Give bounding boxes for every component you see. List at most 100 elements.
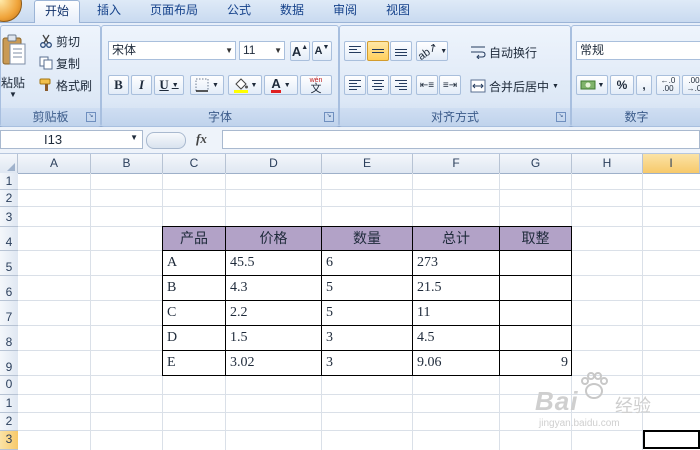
decrease-indent-button[interactable]: ⇤≡ bbox=[416, 75, 438, 95]
table-cell[interactable]: 9.06 bbox=[413, 351, 500, 376]
wrap-text-button[interactable]: 自动换行 bbox=[470, 42, 537, 62]
column-header-a[interactable]: A bbox=[18, 154, 91, 173]
table-cell[interactable]: 5 bbox=[322, 301, 413, 326]
row-header-4[interactable]: 4 bbox=[0, 227, 18, 251]
row-header-9[interactable]: 9 bbox=[0, 351, 18, 376]
row-header-11[interactable]: 1 bbox=[0, 395, 18, 413]
column-header-i[interactable]: I bbox=[643, 154, 700, 173]
increase-decimal-button[interactable]: ←.0 .00 bbox=[656, 75, 680, 95]
table-cell[interactable] bbox=[500, 301, 572, 326]
dialog-launcher-icon[interactable]: ↘ bbox=[324, 112, 334, 122]
insert-function-button[interactable]: fx bbox=[196, 131, 207, 147]
fill-color-button[interactable]: ▼ bbox=[228, 75, 262, 95]
table-cell[interactable] bbox=[500, 251, 572, 276]
paste-button[interactable]: 粘贴 ▼ bbox=[1, 32, 27, 99]
font-size-combo[interactable]: 11 ▼ bbox=[239, 41, 285, 60]
align-bottom-button[interactable] bbox=[390, 41, 412, 61]
table-cell[interactable] bbox=[500, 276, 572, 301]
row-header-12[interactable]: 2 bbox=[0, 413, 18, 431]
formula-input[interactable] bbox=[222, 130, 700, 149]
tab-insert[interactable]: 插入 bbox=[88, 0, 130, 22]
table-cell[interactable]: E bbox=[163, 351, 226, 376]
table-cell[interactable]: 11 bbox=[413, 301, 500, 326]
table-cell[interactable]: 4.3 bbox=[226, 276, 322, 301]
table-cell[interactable]: 1.5 bbox=[226, 326, 322, 351]
tab-home[interactable]: 开始 bbox=[34, 0, 80, 23]
row-header-10[interactable]: 0 bbox=[0, 376, 18, 395]
table-cell[interactable]: A bbox=[163, 251, 226, 276]
dialog-launcher-icon[interactable]: ↘ bbox=[556, 112, 566, 122]
column-header-h[interactable]: H bbox=[572, 154, 643, 173]
table-cell[interactable]: 6 bbox=[322, 251, 413, 276]
tab-data[interactable]: 数据 bbox=[272, 0, 312, 22]
copy-button[interactable]: 复制 bbox=[39, 54, 80, 72]
percent-button[interactable]: % bbox=[610, 75, 634, 95]
increase-indent-button[interactable]: ≡⇥ bbox=[439, 75, 461, 95]
office-button[interactable] bbox=[0, 0, 22, 22]
table-cell[interactable]: D bbox=[163, 326, 226, 351]
italic-button[interactable]: I bbox=[131, 75, 152, 95]
table-header-cell[interactable]: 价格 bbox=[226, 227, 322, 251]
formula-bar-splitter[interactable] bbox=[146, 132, 186, 149]
table-cell[interactable]: B bbox=[163, 276, 226, 301]
grow-font-button[interactable]: A ▲ bbox=[290, 41, 310, 61]
column-header-b[interactable]: B bbox=[91, 154, 163, 173]
chevron-down-icon[interactable]: ▼ bbox=[274, 42, 282, 59]
phonetic-guide-button[interactable]: wén 文 bbox=[300, 75, 332, 95]
column-header-c[interactable]: C bbox=[163, 154, 226, 173]
table-cell[interactable]: 21.5 bbox=[413, 276, 500, 301]
row-header-7[interactable]: 7 bbox=[0, 301, 18, 326]
align-top-button[interactable] bbox=[344, 41, 366, 61]
table-cell[interactable]: 3 bbox=[322, 326, 413, 351]
tab-view[interactable]: 视图 bbox=[378, 0, 418, 22]
row-header-8[interactable]: 8 bbox=[0, 326, 18, 351]
row-header-2[interactable]: 2 bbox=[0, 190, 18, 207]
font-color-button[interactable]: A ▼ bbox=[264, 75, 298, 95]
borders-button[interactable]: ▼ bbox=[190, 75, 224, 95]
column-header-d[interactable]: D bbox=[226, 154, 322, 173]
tab-review[interactable]: 审阅 bbox=[324, 0, 366, 22]
row-header-3[interactable]: 3 bbox=[0, 207, 18, 227]
table-cell[interactable]: 5 bbox=[322, 276, 413, 301]
align-right-button[interactable] bbox=[390, 75, 412, 95]
orientation-button[interactable]: ab↗ ▼ bbox=[416, 40, 448, 62]
number-format-combo[interactable]: 常规 bbox=[576, 41, 700, 60]
name-box[interactable]: I13 ▼ bbox=[0, 130, 143, 149]
cut-button[interactable]: 剪切 bbox=[39, 32, 80, 50]
tab-page-layout[interactable]: 页面布局 bbox=[142, 0, 206, 22]
dialog-launcher-icon[interactable]: ↘ bbox=[86, 112, 96, 122]
format-painter-button[interactable]: 格式刷 bbox=[39, 76, 92, 94]
decrease-decimal-button[interactable]: .00 →.0 bbox=[682, 75, 700, 95]
row-header-13[interactable]: 3 bbox=[0, 431, 18, 450]
row-header-6[interactable]: 6 bbox=[0, 276, 18, 301]
comma-style-button[interactable]: , bbox=[636, 75, 652, 95]
tab-formulas[interactable]: 公式 bbox=[220, 0, 258, 22]
font-name-combo[interactable]: 宋体 ▼ bbox=[108, 41, 236, 60]
table-cell[interactable]: 4.5 bbox=[413, 326, 500, 351]
accounting-format-button[interactable]: ▼ bbox=[576, 75, 608, 95]
merge-center-button[interactable]: 合并后居中 ▼ bbox=[470, 76, 559, 96]
table-header-cell[interactable]: 数量 bbox=[322, 227, 413, 251]
table-cell[interactable]: 45.5 bbox=[226, 251, 322, 276]
table-cell[interactable]: 273 bbox=[413, 251, 500, 276]
table-cell[interactable]: 3.02 bbox=[226, 351, 322, 376]
table-cell[interactable]: 2.2 bbox=[226, 301, 322, 326]
align-left-button[interactable] bbox=[344, 75, 366, 95]
table-cell[interactable]: 3 bbox=[322, 351, 413, 376]
chevron-down-icon[interactable]: ▼ bbox=[130, 133, 138, 142]
underline-button[interactable]: U ▼ bbox=[154, 75, 184, 95]
select-all-corner[interactable] bbox=[0, 154, 18, 173]
row-header-5[interactable]: 5 bbox=[0, 251, 18, 276]
column-header-f[interactable]: F bbox=[413, 154, 500, 173]
shrink-font-button[interactable]: A ▼ bbox=[312, 41, 332, 61]
bold-button[interactable]: B bbox=[108, 75, 129, 95]
chevron-down-icon[interactable]: ▼ bbox=[225, 42, 233, 59]
align-middle-button[interactable] bbox=[367, 41, 389, 61]
table-header-cell[interactable]: 产品 bbox=[163, 227, 226, 251]
table-header-cell[interactable]: 取整 bbox=[500, 227, 572, 251]
table-cell[interactable]: C bbox=[163, 301, 226, 326]
table-header-cell[interactable]: 总计 bbox=[413, 227, 500, 251]
column-header-e[interactable]: E bbox=[322, 154, 413, 173]
chevron-down-icon[interactable]: ▼ bbox=[552, 83, 559, 90]
active-cell-i13[interactable] bbox=[643, 430, 700, 449]
